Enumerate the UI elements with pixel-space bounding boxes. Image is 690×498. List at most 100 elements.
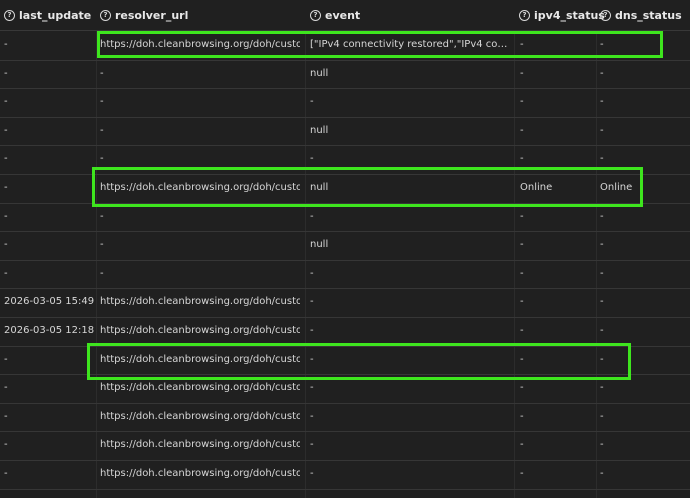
cell-dns-status[interactable]: - (600, 317, 688, 346)
cell-event[interactable]: - (310, 260, 508, 289)
cell-event[interactable]: - (310, 431, 508, 460)
cell-resolver-url[interactable]: https://doh.cleanbrowsing.org/doh/custo.… (100, 403, 300, 432)
table-row[interactable]: - https://doh.cleanbrowsing.org/doh/custo… (0, 460, 690, 490)
cell-resolver-url[interactable]: https://doh.cleanbrowsing.org/doh/custo.… (100, 431, 300, 460)
cell-resolver-url[interactable]: https://doh.cleanbrowsing.org/doh/custo.… (100, 174, 300, 203)
help-circle-icon[interactable]: ? (4, 9, 15, 21)
cell-ipv4-status[interactable]: - (520, 117, 590, 146)
cell-resolver-url[interactable]: https://doh.cleanbrowsing.org/doh/custo.… (100, 31, 300, 60)
cell-dns-status[interactable]: - (600, 346, 688, 375)
cell-dns-status[interactable]: - (600, 117, 688, 146)
cell-dns-status[interactable]: - (600, 231, 688, 260)
cell-resolver-url[interactable]: - (100, 117, 300, 146)
cell-ipv4-status[interactable]: - (520, 145, 590, 174)
cell-event[interactable]: null (310, 117, 508, 146)
cell-ipv4-status[interactable]: - (520, 231, 590, 260)
cell-dns-status[interactable]: - (600, 88, 688, 117)
cell-event[interactable]: - (310, 145, 508, 174)
cell-last-update[interactable]: - (4, 260, 94, 289)
cell-dns-status[interactable]: - (600, 403, 688, 432)
help-circle-icon[interactable]: ? (100, 9, 111, 21)
cell-event[interactable]: - (310, 374, 508, 403)
table-row[interactable]: - https://doh.cleanbrowsing.org/doh/custo… (0, 431, 690, 461)
cell-ipv4-status[interactable]: - (520, 346, 590, 375)
table-row[interactable]: - https://doh.cleanbrowsing.org/doh/custo… (0, 174, 690, 204)
cell-event[interactable]: ["IPv4 connectivity restored","IPv4 conn… (310, 31, 508, 60)
cell-dns-status[interactable]: - (600, 288, 688, 317)
cell-dns-status[interactable]: Online (600, 174, 688, 203)
cell-ipv4-status[interactable]: - (520, 88, 590, 117)
help-circle-icon[interactable]: ? (310, 9, 321, 21)
cell-event[interactable]: null (310, 231, 508, 260)
cell-last-update[interactable]: - (4, 203, 94, 232)
cell-event[interactable]: - (310, 403, 508, 432)
table-row[interactable]: 2026-03-05 12:18 https://doh.cleanbrowsin… (0, 317, 690, 347)
cell-resolver-url[interactable]: https://doh.cleanbrowsing.org/doh/custo.… (100, 460, 300, 489)
cell-ipv4-status[interactable]: Online (520, 174, 590, 203)
cell-ipv4-status[interactable]: - (520, 317, 590, 346)
cell-event[interactable]: - (310, 346, 508, 375)
cell-resolver-url[interactable]: - (100, 231, 300, 260)
cell-last-update[interactable]: - (4, 174, 94, 203)
column-header-dns-status[interactable]: ? dns_status (600, 0, 682, 30)
cell-last-update[interactable]: - (4, 403, 94, 432)
cell-resolver-url[interactable]: https://doh.cleanbrowsing.org/doh/custo.… (100, 288, 300, 317)
cell-resolver-url[interactable]: - (100, 88, 300, 117)
cell-event[interactable]: - (310, 88, 508, 117)
cell-ipv4-status[interactable]: - (520, 60, 590, 89)
cell-last-update[interactable]: - (4, 117, 94, 146)
cell-ipv4-status[interactable]: - (520, 460, 590, 489)
cell-last-update[interactable]: - (4, 231, 94, 260)
help-circle-icon[interactable]: ? (519, 9, 530, 21)
cell-event[interactable]: - (310, 317, 508, 346)
column-header-resolver-url[interactable]: ? resolver_url (100, 0, 188, 30)
cell-dns-status[interactable]: - (600, 203, 688, 232)
table-row[interactable]: - - null - - (0, 117, 690, 147)
table-row[interactable]: ----- (0, 260, 690, 290)
cell-resolver-url[interactable]: - (100, 145, 300, 174)
cell-dns-status[interactable]: - (600, 145, 688, 174)
cell-ipv4-status[interactable]: - (520, 403, 590, 432)
cell-last-update[interactable]: 2026-03-05 12:18 (4, 317, 94, 346)
cell-resolver-url[interactable]: https://doh.cleanbrowsing.org/doh/custo.… (100, 317, 300, 346)
table-row[interactable]: ----- (0, 203, 690, 233)
cell-event[interactable]: null (310, 174, 508, 203)
table-row[interactable]: - - null - - (0, 60, 690, 90)
cell-last-update[interactable]: - (4, 88, 94, 117)
table-row[interactable]: - https://doh.cleanbrowsing.org/doh/custo… (0, 31, 690, 61)
cell-resolver-url[interactable]: https://doh.cleanbrowsing.org/doh/custo.… (100, 346, 300, 375)
cell-resolver-url[interactable]: - (100, 260, 300, 289)
column-header-event[interactable]: ? event (310, 0, 360, 30)
cell-ipv4-status[interactable]: - (520, 431, 590, 460)
cell-resolver-url[interactable]: https://doh.cleanbrowsing.org/doh/custo.… (100, 374, 300, 403)
cell-last-update[interactable]: 2026-03-05 15:49 (4, 288, 94, 317)
cell-event[interactable]: - (310, 203, 508, 232)
table-row[interactable]: - https://doh.cleanbrowsing.org/doh/custo… (0, 403, 690, 433)
cell-last-update[interactable]: - (4, 60, 94, 89)
cell-resolver-url[interactable]: - (100, 203, 300, 232)
cell-dns-status[interactable]: - (600, 60, 688, 89)
cell-dns-status[interactable]: - (600, 31, 688, 60)
cell-ipv4-status[interactable]: - (520, 203, 590, 232)
cell-ipv4-status[interactable]: - (520, 31, 590, 60)
help-circle-icon[interactable]: ? (600, 9, 611, 21)
table-row[interactable]: - https://doh.cleanbrowsing.org/doh/custo… (0, 346, 690, 376)
cell-event[interactable]: - (310, 288, 508, 317)
table-row[interactable]: ----- (0, 145, 690, 175)
cell-dns-status[interactable]: - (600, 374, 688, 403)
column-header-ipv4-status[interactable]: ? ipv4_status (519, 0, 605, 30)
cell-dns-status[interactable]: - (600, 260, 688, 289)
cell-last-update[interactable]: - (4, 145, 94, 174)
cell-ipv4-status[interactable]: - (520, 260, 590, 289)
cell-last-update[interactable]: - (4, 374, 94, 403)
cell-ipv4-status[interactable]: - (520, 288, 590, 317)
cell-event[interactable]: null (310, 60, 508, 89)
cell-last-update[interactable]: - (4, 346, 94, 375)
cell-ipv4-status[interactable]: - (520, 374, 590, 403)
table-row[interactable]: - https://doh.cleanbrowsing.org/doh/custo… (0, 374, 690, 404)
cell-dns-status[interactable]: - (600, 460, 688, 489)
table-row[interactable]: ----- (0, 88, 690, 118)
cell-last-update[interactable]: - (4, 431, 94, 460)
column-header-last-update[interactable]: ? last_update (4, 0, 91, 30)
table-row[interactable]: - - null - - (0, 231, 690, 261)
